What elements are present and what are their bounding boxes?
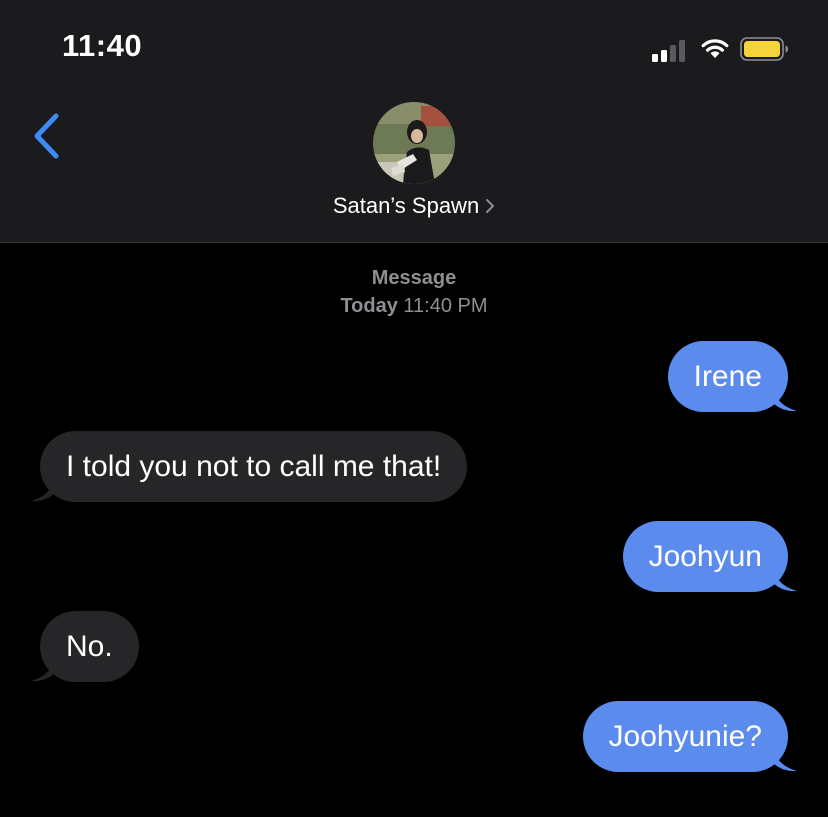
back-chevron-icon[interactable] — [26, 112, 66, 162]
battery-icon — [740, 37, 788, 61]
message-bubble-received[interactable]: I told you not to call me that! — [40, 431, 468, 502]
chevron-right-icon — [486, 198, 495, 213]
service-label: Message — [371, 267, 457, 289]
contact-avatar[interactable] — [373, 102, 455, 184]
cellular-signal-icon — [652, 38, 692, 62]
message-bubble-sent[interactable]: Joohyun — [622, 521, 788, 592]
navigation-header: 11:40 Satan’s Spawn — [0, 0, 828, 243]
contact-name-button[interactable]: Satan’s Spawn — [0, 193, 828, 219]
contact-name: Satan’s Spawn — [332, 193, 480, 218]
timestamp-day: Today — [340, 295, 398, 317]
message-bubble-sent[interactable]: Irene — [667, 341, 788, 412]
avatar-image — [373, 102, 455, 184]
conversation-timestamp: Today 11:40 PM — [0, 295, 828, 318]
timestamp-time: 11:40 PM — [403, 295, 488, 317]
wifi-icon — [701, 39, 729, 58]
message-bubble-received[interactable]: No. — [40, 611, 139, 682]
message-bubble-sent[interactable]: Joohyunie? — [582, 701, 788, 772]
status-bar-time: 11:40 — [62, 28, 143, 63]
